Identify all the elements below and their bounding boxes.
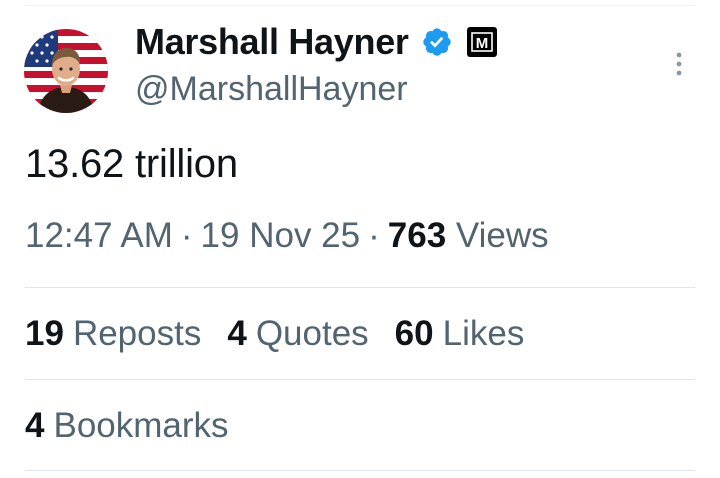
tweet-date[interactable]: 19 Nov 25 bbox=[201, 216, 361, 255]
top-divider bbox=[25, 5, 695, 6]
quotes-stat[interactable]: 4 Quotes bbox=[227, 314, 368, 354]
quotes-label: Quotes bbox=[255, 314, 369, 353]
bookmarks-stat[interactable]: 4 Bookmarks bbox=[25, 406, 229, 446]
author-display-name[interactable]: Marshall Hayner bbox=[135, 21, 409, 63]
bookmarks-label: Bookmarks bbox=[53, 406, 229, 445]
reposts-stat[interactable]: 19 Reposts bbox=[25, 314, 201, 354]
views-label: Views bbox=[455, 216, 549, 255]
divider bbox=[25, 379, 695, 380]
tweet-meta: 12:47 AM · 19 Nov 25 · 763 Views bbox=[25, 216, 549, 256]
meta-separator: · bbox=[180, 216, 193, 255]
engagement-stats: 19 Reposts 4 Quotes 60 Likes bbox=[25, 314, 550, 354]
tweet-time[interactable]: 12:47 AM bbox=[25, 216, 173, 255]
author-name-row: Marshall Hayner M bbox=[135, 20, 497, 64]
divider bbox=[25, 287, 695, 288]
likes-stat[interactable]: 60 Likes bbox=[395, 314, 525, 354]
bookmarks-count: 4 bbox=[25, 406, 45, 445]
verified-badge-icon[interactable] bbox=[421, 26, 453, 58]
brand-badge-letter: M bbox=[475, 35, 488, 52]
tweet-text: 13.62 trillion bbox=[25, 142, 238, 186]
meta-separator: · bbox=[368, 216, 380, 255]
avatar[interactable] bbox=[24, 29, 108, 113]
likes-count: 60 bbox=[394, 314, 434, 353]
views-count: 763 bbox=[387, 216, 447, 255]
quotes-count: 4 bbox=[227, 314, 247, 353]
author-handle[interactable]: @MarshallHayner bbox=[135, 70, 408, 109]
reposts-count: 19 bbox=[25, 314, 64, 353]
reposts-label: Reposts bbox=[72, 314, 202, 353]
likes-label: Likes bbox=[442, 314, 525, 353]
divider bbox=[25, 470, 695, 471]
more-options-icon[interactable] bbox=[672, 50, 686, 80]
m-brand-badge-icon[interactable]: M bbox=[466, 27, 497, 57]
avatar-image bbox=[24, 29, 108, 113]
